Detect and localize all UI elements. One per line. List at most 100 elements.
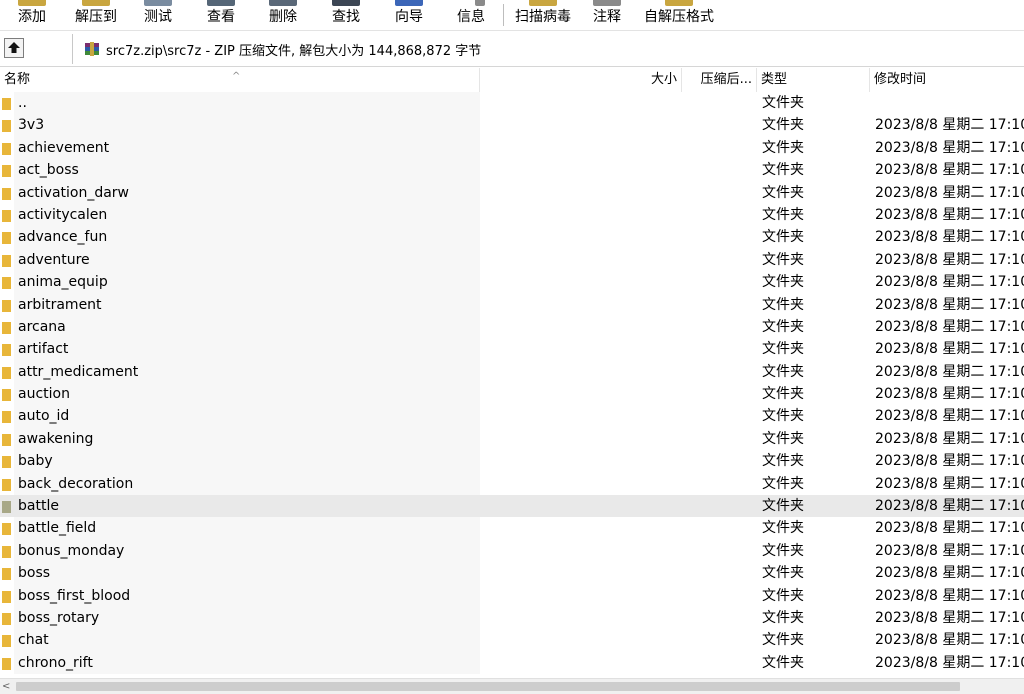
column-packed[interactable]: 压缩后...: [682, 68, 757, 92]
row-name: arcana: [18, 318, 66, 335]
row-name: chrono_rift: [18, 654, 93, 671]
delete-icon: [269, 0, 297, 6]
add-button[interactable]: 添加: [12, 0, 52, 30]
view-icon: [207, 0, 235, 6]
add-button-label: 添加: [18, 9, 46, 25]
row-name-shade: [14, 629, 480, 652]
table-row[interactable]: auction 文件夹 2023/8/8 星期二 17:10: [0, 383, 1024, 406]
find-button-label: 查找: [332, 9, 360, 25]
folder-icon: [2, 635, 11, 648]
folder-icon: [2, 501, 11, 514]
row-modified: 2023/8/8 星期二 17:10: [875, 363, 1024, 380]
comment-button-label: 注释: [593, 9, 621, 25]
wizard-icon: [395, 0, 423, 6]
column-header: 名称 ^ 大小 压缩后... 类型 修改时间: [0, 68, 1024, 92]
row-type: 文件夹: [762, 274, 804, 291]
sfx-button[interactable]: 自解压格式: [642, 0, 716, 30]
row-name: adventure: [18, 251, 90, 268]
table-row[interactable]: boss 文件夹 2023/8/8 星期二 17:10: [0, 562, 1024, 585]
table-row[interactable]: achievement 文件夹 2023/8/8 星期二 17:10: [0, 136, 1024, 160]
row-name-shade: [14, 383, 480, 406]
column-size[interactable]: 大小: [480, 68, 682, 92]
row-name: boss: [18, 565, 51, 582]
table-row[interactable]: artifact 文件夹 2023/8/8 星期二 17:10: [0, 338, 1024, 361]
folder-icon: [2, 612, 11, 625]
row-name: act_boss: [18, 162, 79, 179]
scrollbar-thumb[interactable]: [16, 682, 960, 691]
wizard-button[interactable]: 向导: [389, 0, 429, 30]
row-name-shade: [14, 114, 480, 137]
horizontal-scrollbar[interactable]: <: [0, 678, 1024, 694]
column-type[interactable]: 类型: [757, 68, 870, 92]
folder-icon: [2, 209, 11, 222]
comment-button[interactable]: 注释: [587, 0, 627, 30]
row-type: 文件夹: [762, 520, 804, 537]
table-row[interactable]: chat 文件夹 2023/8/8 星期二 17:10: [0, 629, 1024, 652]
scan-virus-button[interactable]: 扫描病毒: [512, 0, 574, 30]
row-type: 文件夹: [762, 632, 804, 649]
address-field[interactable]: src7z.zip\src7z - ZIP 压缩文件, 解包大小为 144,86…: [80, 36, 1020, 62]
row-name-shade: [14, 159, 480, 182]
row-name: baby: [18, 453, 53, 470]
up-folder-button[interactable]: [4, 38, 24, 58]
column-modified[interactable]: 修改时间: [870, 68, 1024, 92]
row-name: anima_equip: [18, 274, 108, 291]
row-name-shade: [14, 405, 480, 428]
folder-icon: [2, 657, 11, 670]
row-name-shade: [14, 315, 480, 339]
scroll-left-icon[interactable]: <: [2, 681, 10, 692]
folder-icon: [2, 254, 11, 267]
table-row[interactable]: adventure 文件夹 2023/8/8 星期二 17:10: [0, 248, 1024, 272]
column-size-label: 大小: [650, 72, 677, 87]
row-name-shade: [14, 92, 480, 115]
toolbar: 添加 解压到 测试 查看 删除 查找 向导 信息 扫描病毒 注释 自解压格式: [0, 0, 1024, 31]
row-type: 文件夹: [762, 565, 804, 582]
table-row[interactable]: attr_medicament 文件夹 2023/8/8 星期二 17:10: [0, 360, 1024, 384]
toolbar-separator: [503, 4, 504, 26]
extract-to-button[interactable]: 解压到: [70, 0, 122, 30]
table-row[interactable]: auto_id 文件夹 2023/8/8 星期二 17:10: [0, 405, 1024, 428]
info-button[interactable]: 信息: [451, 0, 491, 30]
row-modified: 2023/8/8 星期二 17:10: [875, 229, 1024, 246]
row-modified: 2023/8/8 星期二 17:10: [875, 408, 1024, 425]
table-row[interactable]: baby 文件夹 2023/8/8 星期二 17:10: [0, 450, 1024, 473]
row-name: chat: [18, 632, 49, 649]
view-button[interactable]: 查看: [201, 0, 241, 30]
table-row[interactable]: anima_equip 文件夹 2023/8/8 星期二 17:10: [0, 271, 1024, 294]
row-type: 文件夹: [762, 229, 804, 246]
row-modified: 2023/8/8 星期二 17:10: [875, 632, 1024, 649]
table-row[interactable]: .. 文件夹: [0, 92, 1024, 115]
delete-button[interactable]: 删除: [263, 0, 303, 30]
row-type: 文件夹: [762, 251, 804, 268]
row-name-shade: [14, 338, 480, 361]
table-row[interactable]: arcana 文件夹 2023/8/8 星期二 17:10: [0, 315, 1024, 339]
column-packed-label: 压缩后...: [700, 72, 752, 87]
table-row[interactable]: awakening 文件夹 2023/8/8 星期二 17:10: [0, 427, 1024, 451]
table-row[interactable]: battle 文件夹 2023/8/8 星期二 17:10: [0, 495, 1024, 518]
sort-up-icon: ^: [232, 71, 241, 82]
column-name[interactable]: 名称 ^: [0, 68, 480, 92]
row-type: 文件夹: [762, 184, 804, 201]
row-name: 3v3: [18, 117, 45, 134]
folder-icon: [2, 98, 11, 110]
table-row[interactable]: 3v3 文件夹 2023/8/8 星期二 17:10: [0, 114, 1024, 137]
table-row[interactable]: battle_field 文件夹 2023/8/8 星期二 17:10: [0, 517, 1024, 540]
folder-icon: [2, 321, 11, 334]
table-row[interactable]: advance_fun 文件夹 2023/8/8 星期二 17:10: [0, 226, 1024, 249]
table-row[interactable]: arbitrament 文件夹 2023/8/8 星期二 17:10: [0, 293, 1024, 316]
row-type: 文件夹: [762, 95, 804, 111]
table-row[interactable]: act_boss 文件夹 2023/8/8 星期二 17:10: [0, 159, 1024, 182]
table-row[interactable]: bonus_monday 文件夹 2023/8/8 星期二 17:10: [0, 539, 1024, 563]
table-row[interactable]: activation_darw 文件夹 2023/8/8 星期二 17:10: [0, 181, 1024, 204]
column-type-label: 类型: [761, 72, 788, 87]
table-row[interactable]: chrono_rift 文件夹 2023/8/8 星期二 17:10: [0, 651, 1024, 675]
table-row[interactable]: activitycalen 文件夹 2023/8/8 星期二 17:10: [0, 203, 1024, 227]
table-row[interactable]: boss_first_blood 文件夹 2023/8/8 星期二 17:10: [0, 584, 1024, 607]
table-row[interactable]: back_decoration 文件夹 2023/8/8 星期二 17:10: [0, 472, 1024, 496]
test-button[interactable]: 测试: [138, 0, 178, 30]
table-row[interactable]: boss_rotary 文件夹 2023/8/8 星期二 17:10: [0, 606, 1024, 630]
comment-icon: [593, 0, 621, 6]
folder-icon: [2, 389, 11, 402]
row-name: back_decoration: [18, 475, 134, 492]
find-button[interactable]: 查找: [326, 0, 366, 30]
